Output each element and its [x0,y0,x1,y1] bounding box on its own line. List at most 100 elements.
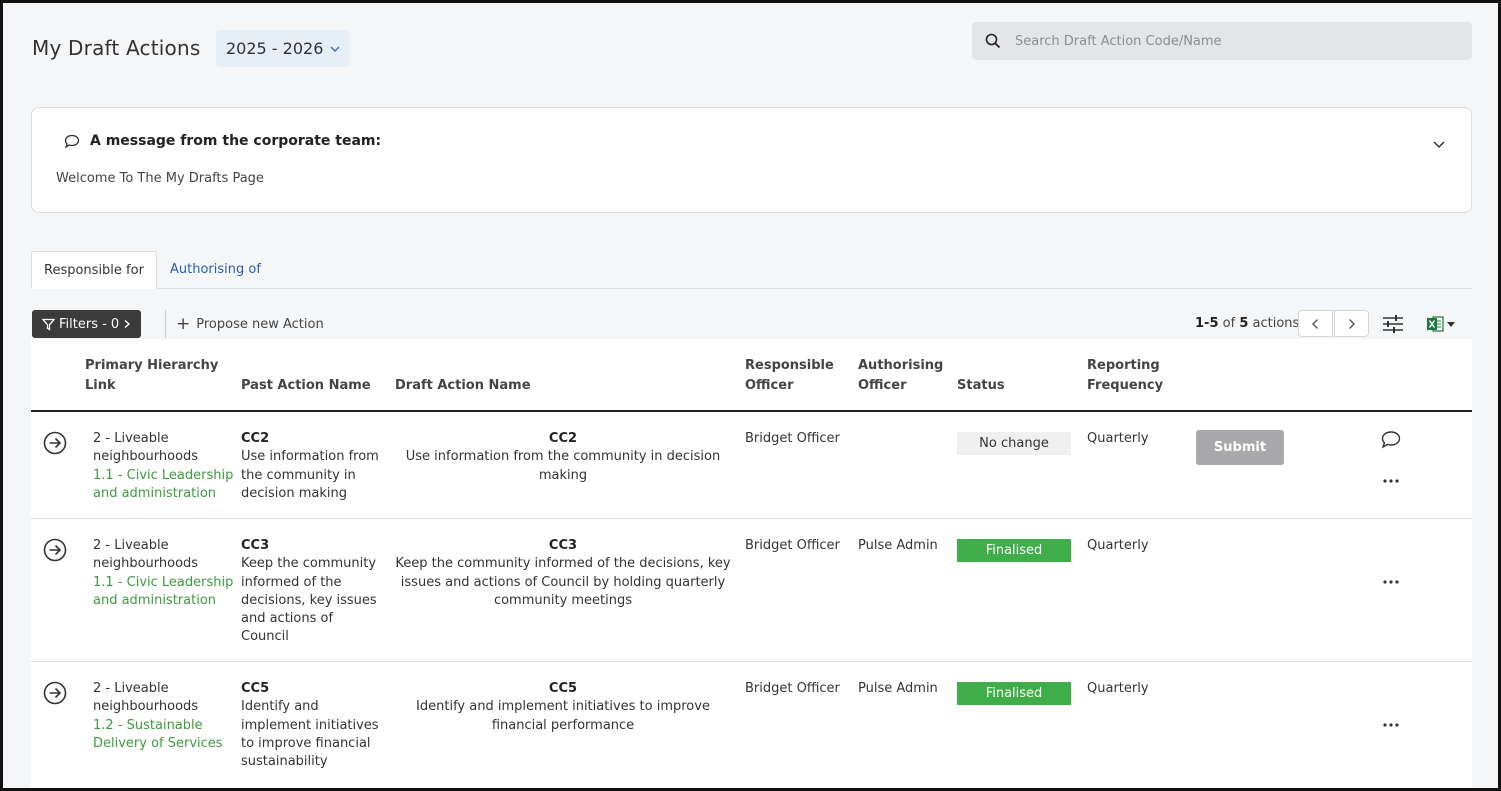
column-frequency-line2: Frequency [1087,378,1164,393]
hierarchy-text: neighbourhoods [93,556,199,572]
page: My Draft Actions 2025 - 2026 A message f… [3,3,1498,788]
past-action-code: CC5 [241,681,270,696]
pagination-total: 5 [1239,316,1249,331]
hierarchy-link[interactable]: and administration [93,485,233,503]
chevron-left-icon [1312,318,1318,329]
hierarchy-text: neighbourhoods [93,449,199,465]
tab-authorising-of[interactable]: Authorising of [158,251,273,289]
column-primary-hierarchy-line1: Primary Hierarchy [85,358,219,373]
chevron-down-icon [330,46,340,52]
filters-button[interactable]: Filters - 0 [32,310,142,338]
hierarchy-link[interactable]: 1.1 - Civic Leadership [93,467,233,485]
column-reporting-frequency[interactable]: Reporting Frequency [1087,356,1163,396]
hierarchy-cell: 2 - Liveable neighbourhoods 1.2 - Sustai… [93,680,223,753]
table-row: 2 - Liveable neighbourhoods 1.1 - Civic … [31,412,1472,519]
responsible-officer: Bridget Officer [745,681,840,696]
tab-responsible-for[interactable]: Responsible for [31,251,157,289]
arrow-circle-right-icon[interactable] [43,681,67,705]
more-horizontal-icon[interactable] [1381,579,1401,585]
pagination-range: 1-5 [1195,316,1219,331]
comment-icon[interactable] [1380,430,1402,450]
past-action-code: CC2 [241,431,270,446]
message-heading: A message from the corporate team: [90,133,382,149]
caret-down-icon [1447,322,1455,327]
column-primary-hierarchy[interactable]: Primary Hierarchy Link [85,356,218,396]
column-primary-hierarchy-line2: Link [85,378,116,393]
pagination-of: of [1222,316,1236,331]
hierarchy-text: 2 - Liveable [93,538,169,553]
draft-action-name: Keep the community informed of the decis… [395,556,731,572]
more-horizontal-icon[interactable] [1381,478,1401,484]
propose-action-button[interactable]: + Propose new Action [165,310,324,338]
column-status[interactable]: Status [957,376,1005,396]
previous-page-button[interactable] [1298,310,1333,337]
authorising-officer: Pulse Admin [858,681,938,696]
year-select[interactable]: 2025 - 2026 [216,30,349,67]
hierarchy-link[interactable]: 1.2 - Sustainable [93,717,223,735]
status-badge: No change [957,432,1071,455]
past-action-name: Council [241,629,289,645]
column-authorising-officer[interactable]: Authorising Officer [858,356,943,396]
column-responsible-line2: Officer [745,378,794,393]
filters-label: Filters - 0 [59,316,120,332]
reporting-frequency: Quarterly [1087,681,1149,696]
draft-action-code: CC3 [548,538,578,553]
arrow-circle-right-icon[interactable] [43,538,67,562]
page-title: My Draft Actions [32,36,201,60]
draft-action-cell: CC5 Identify and implement initiatives t… [395,680,731,735]
draft-action-name: community meetings [493,592,633,608]
sliders-icon[interactable] [1382,314,1404,334]
filter-icon [42,318,55,331]
search-input[interactable] [1015,33,1435,49]
more-horizontal-icon[interactable] [1381,722,1401,728]
past-action-name: informed of the [241,574,342,590]
hierarchy-link[interactable]: and administration [93,592,233,610]
hierarchy-text: 2 - Liveable [93,681,169,696]
responsible-officer: Bridget Officer [745,538,840,553]
hierarchy-link[interactable]: 1.1 - Civic Leadership [93,574,233,592]
chevron-down-icon[interactable] [1431,136,1447,152]
draft-action-code: CC2 [548,431,578,446]
status-badge: Finalised [957,539,1071,562]
tab-bar: Responsible for Authorising of [31,251,1472,289]
next-page-button[interactable] [1334,310,1369,337]
submit-button[interactable]: Submit [1196,430,1284,465]
export-excel-button[interactable] [1426,314,1466,334]
draft-action-name: making [538,467,588,483]
past-action-name: sustainability [241,754,328,770]
corporate-message-card: A message from the corporate team: Welco… [31,107,1472,213]
column-responsible-officer[interactable]: Responsible Officer [745,356,834,396]
past-action-cell: CC5 Identify and implement initiatives t… [241,680,379,771]
plus-icon: + [176,314,191,334]
hierarchy-text: neighbourhoods [93,699,199,715]
propose-action-label: Propose new Action [196,316,324,332]
draft-action-name: Use information from the community in de… [405,449,721,465]
draft-action-name: Identify and implement initiatives to im… [416,699,710,715]
hierarchy-link[interactable]: Delivery of Services [93,735,223,753]
table-row: 2 - Liveable neighbourhoods 1.1 - Civic … [31,519,1472,662]
comment-icon [64,134,80,149]
pagination-summary: 1-5 of 5 actions [1195,316,1299,331]
pagination-unit: actions [1252,316,1300,331]
arrow-circle-right-icon[interactable] [43,431,67,455]
draft-actions-table: Primary Hierarchy Link Past Action Name … [31,339,1472,788]
column-responsible-line1: Responsible [745,358,834,373]
search-icon [985,33,1001,49]
chevron-right-icon [124,319,131,329]
column-frequency-line1: Reporting [1087,358,1160,373]
table-header: Primary Hierarchy Link Past Action Name … [31,339,1472,412]
column-authorising-line2: Officer [858,378,907,393]
hierarchy-cell: 2 - Liveable neighbourhoods 1.1 - Civic … [93,537,233,610]
reporting-frequency: Quarterly [1087,431,1149,446]
table-row: 2 - Liveable neighbourhoods 1.2 - Sustai… [31,662,1472,788]
past-action-name: decision making [241,485,347,501]
message-body: Welcome To The My Drafts Page [56,171,264,186]
draft-action-code: CC5 [548,681,578,696]
chevron-right-icon [1349,318,1355,329]
column-authorising-line1: Authorising [858,358,944,373]
column-past-action-name[interactable]: Past Action Name [241,376,371,396]
hierarchy-cell: 2 - Liveable neighbourhoods 1.1 - Civic … [93,430,233,503]
past-action-cell: CC2 Use information from the community i… [241,430,379,503]
draft-action-name: issues and actions of Council by holding… [400,574,726,590]
column-draft-action-name[interactable]: Draft Action Name [395,376,531,396]
